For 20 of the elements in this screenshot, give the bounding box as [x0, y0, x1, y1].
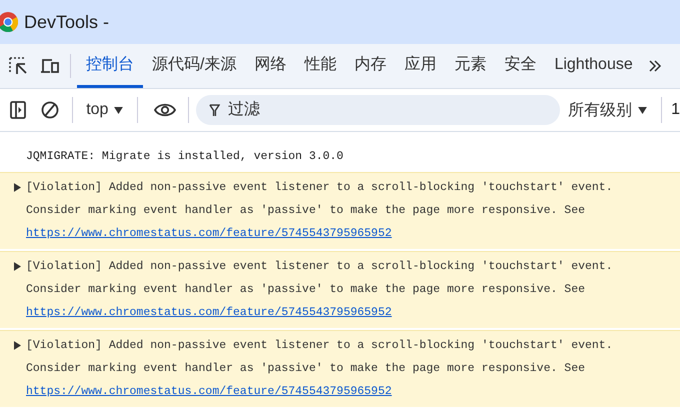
- feature-link[interactable]: https://www.chromestatus.com/feature/5745543795965952: [26, 227, 392, 240]
- panel-tab[interactable]: 元素: [445, 44, 496, 88]
- panel-tab[interactable]: 网络: [245, 44, 296, 88]
- panel-tab[interactable]: Lighthouse: [545, 44, 642, 88]
- window-title: DevTools -: [24, 12, 110, 32]
- panel-tab[interactable]: 应用: [395, 44, 446, 88]
- panel-tab[interactable]: 安全: [495, 44, 546, 88]
- panel-tab[interactable]: 源代码/来源: [143, 44, 246, 88]
- log-message: JQMIGRATE: Migrate is installed, version 3.0.0: [25, 149, 344, 165]
- feature-link[interactable]: https://www.chromestatus.com/feature/5745543795965952: [26, 385, 392, 398]
- filter-field[interactable]: 过滤: [196, 95, 560, 125]
- issues-count[interactable]: 1: [671, 101, 680, 119]
- context-dropdown[interactable]: top: [80, 100, 130, 120]
- log-levels-dropdown[interactable]: 所有级别: [562, 98, 653, 122]
- warning-text: [Violation] Added non-passive event listener to a scroll-blocking 'touchstart' event. Consider marking event handler as 'passive' to make the page more responsive. See https://www.chromestatus.com/feature/5745543795965952: [26, 259, 614, 321]
- warning-text: [Violation] Added non-passive event listener to a scroll-blocking 'touchstart' event. Consider marking event handler as 'passive' to make the page more responsive. See https://www.chromestatus.com/feature/5745543795965952: [26, 180, 614, 242]
- panel-tab[interactable]: 性能: [295, 44, 346, 88]
- feature-link[interactable]: https://www.chromestatus.com/feature/5745543795965952: [26, 306, 392, 319]
- panel-tab[interactable]: 内存: [345, 44, 396, 88]
- warning-text: [Violation] Added non-passive event listener to a scroll-blocking 'touchstart' event. Consider marking event handler as 'passive' to make the page more responsive. See https://www.chromestatus.com/feature/5745543795965952: [26, 338, 614, 400]
